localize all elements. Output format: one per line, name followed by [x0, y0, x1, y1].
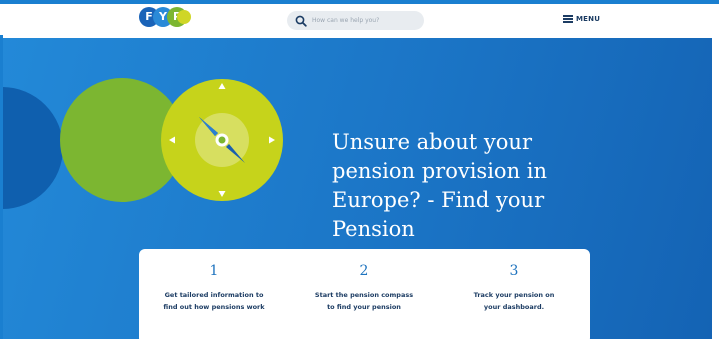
step-text-line: Start the pension compass [314, 291, 414, 299]
menu-button[interactable]: MENU [563, 12, 600, 26]
hero-headline: Unsure about your pension provision in E… [332, 128, 582, 244]
step-text-line: your dashboard. [483, 303, 545, 311]
steps-card: 1 Get tailored information to find out h… [139, 249, 590, 339]
step-number: 3 [509, 263, 519, 279]
step-text: Track your pension on your dashboard. [439, 289, 589, 313]
site-logo[interactable]: F Y P [139, 7, 191, 27]
step-2[interactable]: 2 Start the pension compass to find your… [289, 249, 439, 313]
decorative-circle-dark [3, 87, 63, 209]
step-text-line: Get tailored information to [164, 291, 264, 299]
step-number: 2 [359, 263, 369, 279]
step-text-line: Track your pension on [473, 291, 555, 299]
compass-icon [161, 79, 283, 201]
hamburger-icon [563, 15, 573, 23]
hero-headline-line: pension provision in [332, 159, 548, 183]
step-text-line: find out how pensions work [163, 303, 265, 311]
search-icon[interactable] [295, 15, 307, 27]
step-3[interactable]: 3 Track your pension on your dashboard. [439, 249, 589, 313]
logo-leaf-icon [177, 10, 191, 24]
menu-label: MENU [576, 15, 601, 23]
search-input[interactable] [312, 13, 412, 28]
step-text: Start the pension compass to find your p… [289, 289, 439, 313]
hero-headline-line: Europe? - Find your [332, 188, 545, 212]
step-text-line: to find your pension [327, 303, 401, 311]
hero-headline-line: Pension [332, 217, 415, 241]
step-number: 1 [209, 263, 219, 279]
hero-headline-line: Unsure about your [332, 130, 532, 154]
step-1[interactable]: 1 Get tailored information to find out h… [139, 249, 289, 313]
step-text: Get tailored information to find out how… [139, 289, 289, 313]
search-bar[interactable] [287, 11, 424, 30]
